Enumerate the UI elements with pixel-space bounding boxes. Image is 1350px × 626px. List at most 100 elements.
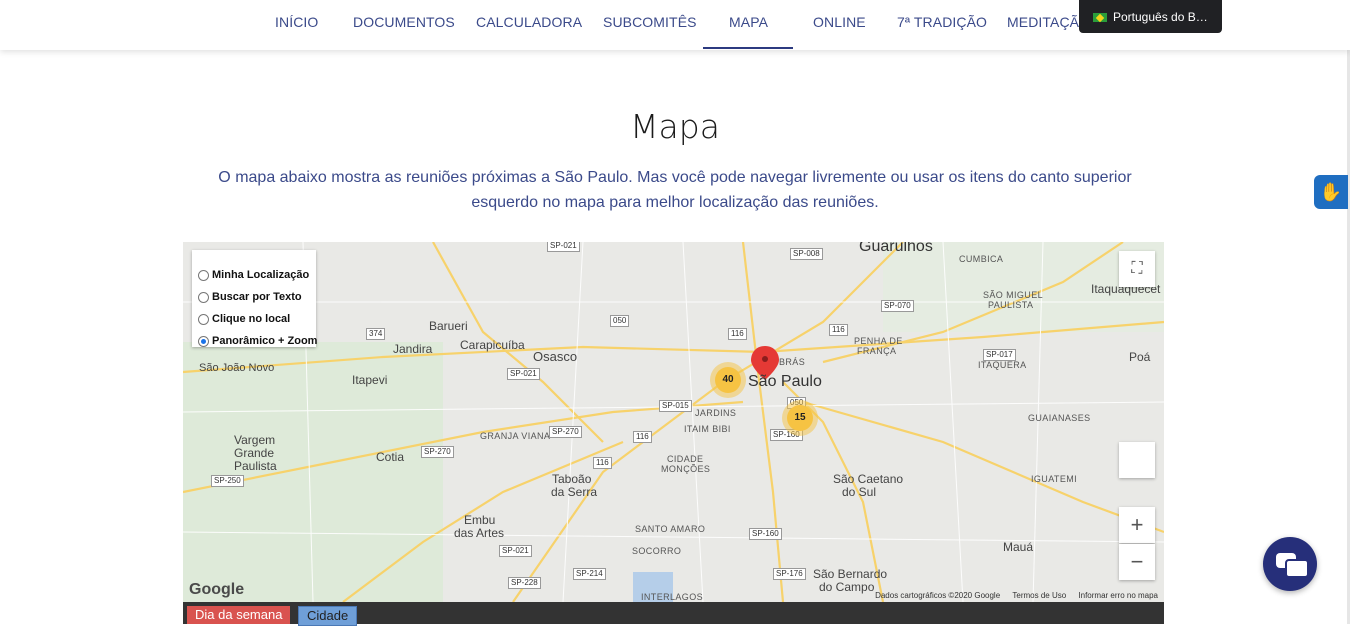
terms-link[interactable]: Termos de Uso bbox=[1012, 591, 1066, 600]
place-label: Guarulhos bbox=[859, 242, 933, 255]
place-label: GRANJA VIANA bbox=[480, 431, 551, 441]
place-label: CIDADE bbox=[667, 454, 704, 464]
radio-button[interactable] bbox=[198, 270, 209, 281]
place-label: Cotia bbox=[376, 450, 405, 464]
place-label: MONÇÕES bbox=[661, 464, 711, 474]
fullscreen-button[interactable]: ⛶ bbox=[1119, 251, 1155, 287]
filter-bar: Dia da semana Cidade bbox=[183, 602, 1164, 626]
road-shield: 116 bbox=[633, 431, 652, 443]
road-shield: SP-021 bbox=[547, 242, 580, 252]
place-label: Carapicuíba bbox=[460, 338, 525, 352]
meeting-cluster-marker[interactable]: 40 bbox=[715, 367, 741, 393]
place-label: IGUATEMI bbox=[1031, 474, 1078, 484]
nav-mapa[interactable]: MAPA bbox=[729, 14, 768, 30]
road-shield: SP-214 bbox=[573, 568, 606, 580]
mode-label: Minha Localização bbox=[212, 269, 310, 281]
road-shield: SP-250 bbox=[211, 475, 244, 487]
place-label: Paulista bbox=[234, 459, 277, 473]
road-shield: SP-176 bbox=[773, 568, 806, 580]
road-shield: SP-021 bbox=[507, 368, 540, 380]
nav-meditacao[interactable]: MEDITAÇÃO bbox=[1007, 14, 1090, 30]
page-title: Mapa bbox=[630, 107, 720, 146]
road-shield: 116 bbox=[728, 328, 747, 340]
nav-calculadora[interactable]: CALCULADORA bbox=[476, 14, 582, 30]
brazil-flag-icon bbox=[1093, 13, 1107, 22]
chat-button[interactable] bbox=[1263, 537, 1317, 591]
active-tab-indicator bbox=[703, 47, 793, 49]
place-label: JARDINS bbox=[695, 408, 737, 418]
road-shield: 116 bbox=[593, 457, 612, 469]
zoom-out-button[interactable]: − bbox=[1119, 544, 1155, 580]
place-label: SÃO MIGUEL bbox=[983, 290, 1044, 300]
place-label: São João Novo bbox=[199, 362, 275, 374]
street-view-button[interactable] bbox=[1119, 442, 1155, 478]
language-label: Português do B… bbox=[1113, 10, 1208, 24]
place-label: Poá bbox=[1129, 350, 1151, 364]
nav-documentos[interactable]: DOCUMENTOS bbox=[353, 14, 455, 30]
road-shield: SP-015 bbox=[659, 400, 692, 412]
zoom-in-button[interactable]: + bbox=[1119, 507, 1155, 543]
place-label: PENHA DE bbox=[854, 336, 903, 346]
hands-icon: ✋ bbox=[1319, 182, 1343, 202]
road-shield: SP-160 bbox=[749, 528, 782, 540]
radio-button[interactable] bbox=[198, 336, 209, 347]
place-label: São Caetano bbox=[833, 472, 904, 486]
google-logo: Google bbox=[189, 581, 245, 598]
accessibility-sign-language-button[interactable]: ✋ bbox=[1314, 175, 1348, 209]
place-label: do Sul bbox=[842, 485, 877, 499]
road-shield: SP-070 bbox=[881, 300, 914, 312]
place-label: SANTO AMARO bbox=[635, 524, 706, 534]
language-selector[interactable]: Português do B… bbox=[1079, 0, 1222, 33]
road-shield: 116 bbox=[829, 324, 848, 336]
road-shield: 050 bbox=[610, 315, 630, 327]
place-label: PAULISTA bbox=[988, 300, 1034, 310]
mode-label: Buscar por Texto bbox=[212, 291, 302, 303]
place-label: Osasco bbox=[533, 349, 578, 364]
place-label: Grande bbox=[234, 446, 275, 460]
road-shield: 374 bbox=[366, 328, 386, 340]
place-label: Taboão bbox=[552, 472, 592, 486]
road-shield: SP-017 bbox=[983, 349, 1016, 361]
place-label: São Bernardo bbox=[813, 567, 888, 581]
road-shield: SP-270 bbox=[549, 426, 582, 438]
nav-inicio[interactable]: INÍCIO bbox=[275, 14, 318, 30]
meeting-cluster-marker[interactable]: 15 bbox=[787, 405, 813, 431]
road-shield: SP-008 bbox=[790, 248, 823, 260]
meetings-map[interactable]: Guarulhos CUMBICA Itaquaquecet SÃO MIGUE… bbox=[183, 242, 1164, 602]
place-label: BRÁS bbox=[779, 357, 806, 367]
mode-label: Clique no local bbox=[212, 313, 291, 325]
page-description: O mapa abaixo mostra as reuniões próxima… bbox=[218, 169, 1132, 211]
place-label: da Serra bbox=[551, 485, 598, 499]
place-label: Embu bbox=[464, 513, 496, 527]
mode-label: Panorâmico + Zoom bbox=[212, 335, 318, 347]
place-label: CUMBICA bbox=[959, 254, 1004, 264]
nav-setima-tradicao[interactable]: 7ª TRADIÇÃO bbox=[897, 14, 987, 30]
place-label: FRANÇA bbox=[857, 346, 897, 356]
nav-subcomites[interactable]: SUBCOMITÊS bbox=[603, 14, 697, 30]
place-label: GUAIANASES bbox=[1028, 413, 1091, 423]
city-filter-button[interactable]: Cidade bbox=[298, 606, 358, 626]
radio-button[interactable] bbox=[198, 292, 209, 303]
place-label: ITAQUERA bbox=[978, 360, 1027, 370]
place-label: SOCORRO bbox=[632, 546, 682, 556]
road-shield: SP-021 bbox=[499, 545, 532, 557]
place-label: ITAIM BIBI bbox=[684, 424, 731, 434]
nav-online[interactable]: ONLINE bbox=[813, 14, 866, 30]
place-label: INTERLAGOS bbox=[641, 592, 704, 602]
road-shield: SP-270 bbox=[421, 446, 454, 458]
place-label: Itapevi bbox=[352, 373, 388, 387]
map-attribution: Dados cartográficos ©2020 Google Termos … bbox=[865, 591, 1158, 600]
fullscreen-icon: ⛶ bbox=[1131, 260, 1143, 277]
place-label: das Artes bbox=[454, 526, 505, 540]
place-label: Mauá bbox=[1003, 540, 1034, 554]
place-label: Barueri bbox=[429, 319, 468, 333]
road-shield: SP-228 bbox=[508, 577, 541, 589]
map-data-credit: Dados cartográficos ©2020 Google bbox=[875, 591, 1001, 600]
weekday-filter-button[interactable]: Dia da semana bbox=[187, 606, 291, 624]
place-label: Jandira bbox=[393, 342, 433, 356]
map-mode-selector: Minha Localização Buscar por Texto Cliqu… bbox=[192, 250, 318, 347]
radio-button[interactable] bbox=[198, 314, 209, 325]
place-label: São Paulo bbox=[748, 373, 822, 390]
report-error-link[interactable]: Informar erro no mapa bbox=[1078, 591, 1158, 600]
place-label: Vargem bbox=[234, 433, 276, 447]
